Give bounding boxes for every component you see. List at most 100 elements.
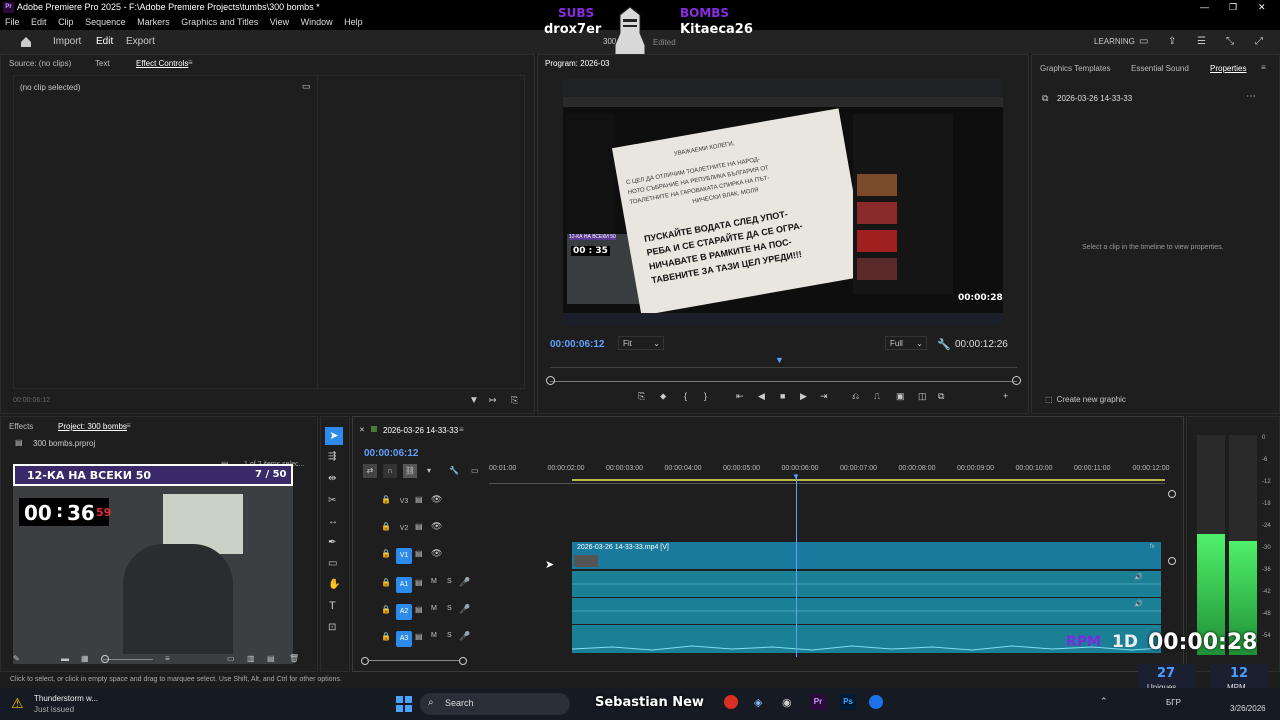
windows-start-icon[interactable] — [396, 696, 412, 712]
extract-icon[interactable]: ⎍ — [874, 391, 880, 402]
playhead-line[interactable] — [796, 477, 797, 657]
sync-lock-icon[interactable]: ▤ — [415, 632, 423, 641]
chrome-icon-2[interactable] — [869, 695, 883, 709]
scroll-handle-right[interactable] — [1012, 376, 1021, 385]
track-label-v1[interactable]: V1 — [396, 548, 412, 564]
zoom-handle[interactable] — [101, 655, 109, 663]
menu-window[interactable]: Window — [301, 17, 333, 27]
audio-clip-a1[interactable]: 🔊 — [572, 571, 1161, 597]
settings-icon[interactable]: ⎘ — [511, 395, 518, 406]
panel-icon[interactable]: ▭ — [1139, 30, 1148, 54]
tab-project[interactable]: Project: 300 bombs — [58, 422, 127, 431]
ripple-edit-icon[interactable]: ⇹ — [328, 473, 336, 484]
maximize-icon[interactable]: ❐ — [1229, 0, 1237, 15]
zoom-scrollbar[interactable] — [550, 381, 1017, 382]
solo-button[interactable]: S — [447, 578, 452, 585]
minimize-icon[interactable]: — — [1200, 0, 1209, 15]
hand-icon[interactable]: ✋ — [328, 579, 340, 590]
camera-icon[interactable]: ▣ — [896, 391, 905, 402]
menu-edit[interactable]: Edit — [31, 17, 47, 27]
linked-icon[interactable]: ⛓ — [403, 464, 417, 478]
icon-view-icon[interactable]: ▦ — [81, 654, 89, 663]
go-to-out-icon[interactable]: ⇥ — [820, 391, 828, 402]
razor-icon[interactable]: ✂ — [328, 495, 336, 506]
tab-effects[interactable]: Effects — [9, 422, 33, 431]
program-playhead-icon[interactable]: ▼ — [775, 355, 784, 365]
menu-lines-icon[interactable]: ☰ — [1197, 30, 1206, 54]
find-icon[interactable]: ▥ — [247, 654, 255, 663]
photoshop-icon[interactable]: Ps — [840, 694, 856, 710]
work-area-bar[interactable] — [572, 479, 1165, 481]
lock-icon[interactable]: 🔒 — [381, 605, 391, 614]
snap-icon[interactable]: ∩ — [383, 464, 397, 478]
tab-menu-icon[interactable]: ≡ — [459, 425, 464, 434]
marker-icon[interactable]: ⬥ — [660, 391, 666, 402]
learning-label[interactable]: LEARNING — [1094, 30, 1135, 54]
stop-icon[interactable]: ■ — [780, 391, 785, 401]
step-forward-icon[interactable]: ▶ — [800, 391, 807, 402]
sync-lock-icon[interactable]: ▤ — [415, 495, 423, 504]
in-point-icon[interactable]: { — [684, 391, 687, 401]
solo-button[interactable]: S — [447, 632, 452, 639]
track-label-a2[interactable]: A2 — [396, 604, 412, 620]
compress-icon[interactable]: ⤡ — [1226, 30, 1234, 54]
filter-icon[interactable]: ▼ — [469, 395, 479, 406]
tab-text[interactable]: Text — [95, 59, 110, 68]
app-icon-2[interactable]: ◈ — [754, 696, 762, 709]
track-label-v2[interactable]: V2 — [396, 521, 412, 537]
h-scroll-handle-right[interactable] — [459, 657, 467, 665]
tab-menu-icon[interactable]: ≡ — [1261, 63, 1266, 72]
go-to-in-icon[interactable]: ⇤ — [736, 391, 744, 402]
h-scrollbar[interactable] — [367, 660, 459, 661]
wrench-icon[interactable]: 🔧 — [937, 338, 951, 351]
sort-icon[interactable]: ≡ — [165, 654, 170, 663]
tab-properties[interactable]: Properties — [1210, 64, 1246, 73]
mute-button[interactable]: M — [431, 632, 437, 639]
trash-icon[interactable]: 🗑 — [289, 654, 299, 663]
menu-file[interactable]: File — [5, 17, 20, 27]
export-frame-icon[interactable]: ↦ — [489, 395, 497, 406]
lift-icon[interactable]: ⎌ — [852, 391, 859, 402]
microphone-icon[interactable]: 🎤 — [459, 604, 470, 615]
tab-menu-icon[interactable]: ≡ — [188, 58, 193, 67]
h-scroll-handle-left[interactable] — [361, 657, 369, 665]
slip-icon[interactable]: ↔ — [328, 516, 338, 527]
sync-lock-icon[interactable]: ▤ — [415, 522, 423, 531]
sync-lock-icon[interactable]: ▤ — [415, 578, 423, 587]
track-select-icon[interactable]: ⇶ — [328, 451, 336, 462]
tab-source[interactable]: Source: (no clips) — [9, 59, 71, 68]
close-sequence-icon[interactable]: ✕ — [359, 426, 365, 434]
video-clip[interactable]: 2026-03-26 14-33-33.mp4 [V] fx — [572, 542, 1161, 569]
home-icon[interactable] — [20, 36, 32, 48]
add-button-icon[interactable]: + — [1003, 391, 1008, 401]
playhead-icon[interactable]: ▼ — [792, 472, 800, 481]
new-item-icon[interactable]: ▤ — [267, 654, 275, 663]
add-marker-icon[interactable]: ▾ — [427, 464, 431, 478]
tab-essential-sound[interactable]: Essential Sound — [1131, 64, 1189, 73]
track-label-a3[interactable]: A3 — [396, 631, 412, 647]
timeline-timecode[interactable]: 00:00:06:12 — [364, 448, 418, 459]
lock-icon[interactable]: 🔒 — [381, 495, 391, 504]
menu-markers[interactable]: Markers — [137, 17, 170, 27]
caption-icon[interactable]: ⊡ — [328, 622, 336, 633]
pen-icon[interactable]: ✒ — [328, 537, 336, 548]
microphone-icon[interactable]: 🎤 — [459, 577, 470, 588]
eye-icon[interactable]: 👁 — [431, 494, 442, 505]
taskbar-search[interactable]: ⌕ Search — [420, 693, 570, 715]
selection-tool[interactable]: ➤ — [325, 427, 343, 445]
type-icon[interactable]: T — [329, 600, 336, 612]
tab-menu-icon[interactable]: ≡ — [126, 421, 131, 430]
sync-lock-icon[interactable]: ▤ — [415, 605, 423, 614]
audio-clip-a2[interactable]: 🔊 — [572, 598, 1161, 624]
share-icon[interactable]: ⇪ — [1168, 30, 1176, 54]
lock-icon[interactable]: 🔒 — [381, 632, 391, 641]
lock-icon[interactable]: 🔒 — [381, 549, 391, 558]
close-icon[interactable]: ✕ — [1258, 0, 1266, 15]
tab-graphics-templates[interactable]: Graphics Templates — [1040, 64, 1111, 73]
menu-help[interactable]: Help — [344, 17, 363, 27]
weather-title[interactable]: Thunderstorm w... — [34, 694, 98, 703]
track-label-v3[interactable]: V3 — [396, 494, 412, 510]
program-label[interactable]: Program: 2026-03 — [545, 59, 609, 68]
full-select[interactable]: Full ⌄ — [885, 336, 927, 350]
lang-indicator[interactable]: БГР — [1166, 698, 1181, 707]
